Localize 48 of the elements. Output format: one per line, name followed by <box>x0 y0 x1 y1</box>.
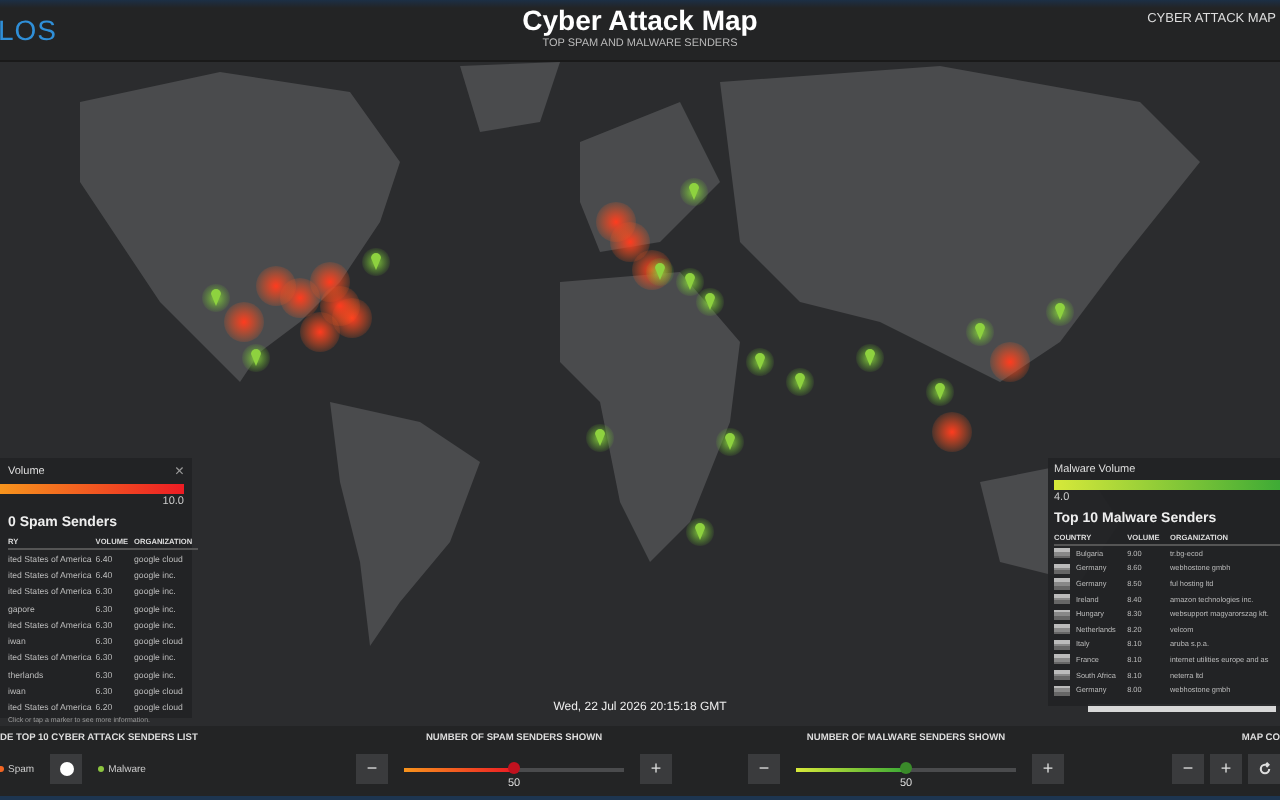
flag-icon <box>1054 654 1070 665</box>
circle-icon <box>59 762 74 776</box>
toggle-button[interactable] <box>50 754 83 784</box>
malware-marker[interactable] <box>966 318 994 346</box>
malware-marker[interactable] <box>926 378 954 406</box>
flag-icon <box>1054 670 1070 681</box>
plus-button[interactable]: + <box>1032 754 1064 784</box>
slider-thumb[interactable] <box>508 761 520 773</box>
spam-marker[interactable] <box>990 342 1030 382</box>
spam-marker[interactable] <box>256 266 296 306</box>
minus-button[interactable]: − <box>748 754 780 784</box>
malware-marker[interactable] <box>696 288 724 316</box>
malware-marker[interactable] <box>856 344 884 372</box>
spam-marker[interactable] <box>932 412 972 452</box>
malware-marker[interactable] <box>362 248 390 276</box>
flag-icon <box>1054 548 1070 559</box>
plus-button[interactable]: + <box>640 754 672 784</box>
spam-marker[interactable] <box>596 202 636 242</box>
slider-thumb[interactable] <box>900 761 912 773</box>
malware-marker[interactable] <box>746 348 774 376</box>
malware-marker[interactable] <box>686 518 714 546</box>
flag-icon <box>1054 563 1070 574</box>
malware-marker[interactable] <box>1046 298 1074 326</box>
zoom-out-button[interactable]: − <box>1172 754 1204 784</box>
flag-icon <box>1054 639 1070 650</box>
reset-button[interactable] <box>1248 754 1280 784</box>
spam-marker[interactable] <box>224 302 264 342</box>
flag-icon <box>1054 594 1070 605</box>
malware-marker[interactable] <box>676 268 704 296</box>
flag-icon <box>1054 685 1070 696</box>
page-title: Cyber Attack Map <box>522 4 758 36</box>
malware-marker[interactable] <box>242 344 270 372</box>
malware-marker[interactable] <box>646 258 674 286</box>
refresh-icon <box>1257 762 1271 776</box>
flag-icon <box>1054 609 1070 620</box>
logo-text: LOS <box>0 14 58 46</box>
malware-marker[interactable] <box>716 428 744 456</box>
malware-marker[interactable] <box>586 424 614 452</box>
malware-marker[interactable] <box>680 178 708 206</box>
flag-icon <box>1054 578 1070 589</box>
spam-marker[interactable] <box>320 286 360 326</box>
malware-marker[interactable] <box>786 368 814 396</box>
flag-icon <box>1054 624 1070 635</box>
malware-marker[interactable] <box>202 284 230 312</box>
close-button[interactable]: × <box>174 464 184 480</box>
zoom-in-button[interactable]: + <box>1210 754 1242 784</box>
minus-button[interactable]: − <box>356 754 388 784</box>
spam-marker[interactable] <box>300 312 340 352</box>
